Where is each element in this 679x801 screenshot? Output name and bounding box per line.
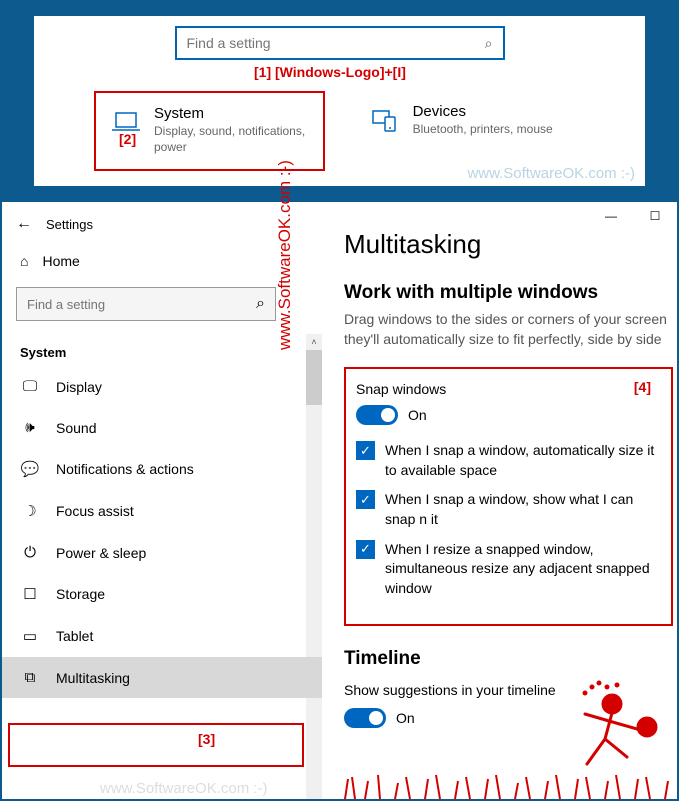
sidebar-item-label: Notifications & actions bbox=[56, 461, 194, 477]
running-figure-doodle bbox=[557, 679, 667, 779]
tile-system-title: System bbox=[154, 105, 313, 122]
sidebar-item-display[interactable]: 🖵 Display bbox=[2, 366, 322, 407]
settings-window: ← Settings ⌂ Home ⌕ System ˄ 🖵 Display 🕪… bbox=[2, 205, 677, 799]
settings-home-panel: ⌕ [1] [Windows-Logo]+[I] System Display,… bbox=[34, 16, 645, 186]
sidebar-item-multitasking[interactable]: ⧉ Multitasking bbox=[2, 657, 322, 698]
sidebar-search[interactable]: ⌕ bbox=[16, 287, 276, 321]
check-label: When I snap a window, automatically size… bbox=[385, 441, 661, 480]
sidebar: ← Settings ⌂ Home ⌕ System ˄ 🖵 Display 🕪… bbox=[2, 205, 322, 799]
sidebar-search-input[interactable] bbox=[27, 297, 256, 312]
snap-toggle-state: On bbox=[408, 407, 427, 423]
devices-icon bbox=[365, 103, 405, 133]
sidebar-item-tablet[interactable]: ▭ Tablet bbox=[2, 615, 322, 657]
sidebar-item-power-sleep[interactable]: ⏻ Power & sleep bbox=[2, 532, 322, 573]
sidebar-item-label: Storage bbox=[56, 586, 105, 602]
sidebar-section-system: System bbox=[2, 329, 322, 366]
search-input-top[interactable] bbox=[187, 35, 485, 51]
tile-devices[interactable]: Devices Bluetooth, printers, mouse bbox=[355, 91, 585, 171]
tile-system-desc: Display, sound, notifications, power bbox=[154, 124, 313, 155]
category-tiles: System Display, sound, notifications, po… bbox=[94, 91, 585, 171]
display-icon: 🖵 bbox=[20, 378, 40, 395]
home-label: Home bbox=[42, 253, 79, 269]
maximize-button[interactable]: ☐ bbox=[633, 205, 677, 231]
section-desc: Drag windows to the sides or corners of … bbox=[344, 310, 677, 349]
home-icon: ⌂ bbox=[20, 253, 28, 269]
search-setting-top[interactable]: ⌕ bbox=[175, 26, 505, 60]
timeline-toggle-state: On bbox=[396, 710, 415, 726]
sidebar-home[interactable]: ⌂ Home bbox=[2, 243, 322, 279]
checkbox-icon[interactable]: ✓ bbox=[356, 490, 375, 509]
sidebar-item-storage[interactable]: ☐ Storage bbox=[2, 573, 322, 615]
sidebar-item-label: Power & sleep bbox=[56, 545, 146, 561]
notifications-icon: 💬 bbox=[20, 460, 40, 478]
sidebar-header: ← Settings bbox=[2, 205, 322, 243]
top-banner: ⌕ [1] [Windows-Logo]+[I] System Display,… bbox=[2, 2, 677, 202]
power-icon: ⏻ bbox=[20, 544, 40, 561]
annotation-3: [3] bbox=[198, 731, 215, 747]
sidebar-item-label: Sound bbox=[56, 420, 96, 436]
section-heading-timeline: Timeline bbox=[344, 648, 677, 670]
sidebar-item-label: Multitasking bbox=[56, 670, 130, 686]
watermark-top: www.SoftwareOK.com :-) bbox=[467, 165, 635, 182]
sidebar-item-notifications[interactable]: 💬 Notifications & actions bbox=[2, 448, 322, 490]
snap-windows-label: Snap windows bbox=[356, 381, 661, 397]
sidebar-item-label: Display bbox=[56, 379, 102, 395]
back-arrow-icon[interactable]: ← bbox=[16, 215, 32, 233]
search-icon: ⌕ bbox=[485, 35, 493, 52]
scroll-up-icon[interactable]: ˄ bbox=[306, 334, 322, 350]
tablet-icon: ▭ bbox=[20, 627, 40, 645]
watermark-bottom: www.SoftwareOK.com :-) bbox=[100, 780, 268, 797]
snap-check-3[interactable]: ✓ When I resize a snapped window, simult… bbox=[356, 540, 661, 599]
checkbox-icon[interactable]: ✓ bbox=[356, 540, 375, 559]
sidebar-item-sound[interactable]: 🕪 Sound bbox=[2, 407, 322, 448]
window-controls: — ☐ bbox=[589, 205, 677, 231]
sidebar-item-focus-assist[interactable]: ☽ Focus assist bbox=[2, 490, 322, 532]
snap-check-2[interactable]: ✓ When I snap a window, show what I can … bbox=[356, 490, 661, 529]
tile-devices-desc: Bluetooth, printers, mouse bbox=[413, 122, 575, 138]
checkbox-icon[interactable]: ✓ bbox=[356, 441, 375, 460]
section-heading-windows: Work with multiple windows bbox=[344, 282, 677, 304]
page-title: Multitasking bbox=[344, 229, 677, 260]
tile-devices-title: Devices bbox=[413, 103, 575, 120]
main-content: — ☐ Multitasking Work with multiple wind… bbox=[322, 205, 677, 799]
storage-icon: ☐ bbox=[20, 585, 40, 603]
sound-icon: 🕪 bbox=[20, 419, 40, 436]
annotation-1: [1] [Windows-Logo]+[I] bbox=[254, 64, 406, 80]
check-label: When I snap a window, show what I can sn… bbox=[385, 490, 661, 529]
sidebar-item-label: Focus assist bbox=[56, 503, 134, 519]
snap-toggle[interactable] bbox=[356, 405, 398, 425]
focus-assist-icon: ☽ bbox=[20, 502, 40, 520]
multitasking-icon: ⧉ bbox=[20, 669, 40, 686]
annotation-4: [4] bbox=[634, 379, 651, 395]
snap-check-1[interactable]: ✓ When I snap a window, automatically si… bbox=[356, 441, 661, 480]
annotation-2: [2] bbox=[119, 131, 136, 147]
search-icon: ⌕ bbox=[256, 295, 265, 313]
laptop-icon bbox=[106, 105, 146, 133]
check-label: When I resize a snapped window, simultan… bbox=[385, 540, 661, 599]
minimize-button[interactable]: — bbox=[589, 205, 633, 231]
sidebar-list: 🖵 Display 🕪 Sound 💬 Notifications & acti… bbox=[2, 366, 322, 698]
timeline-toggle[interactable] bbox=[344, 708, 386, 728]
settings-label: Settings bbox=[46, 217, 93, 232]
annotation-3-box bbox=[8, 723, 304, 767]
watermark-vertical: www.SoftwareOK.com :-) bbox=[275, 160, 295, 350]
sidebar-item-label: Tablet bbox=[56, 628, 93, 644]
snap-windows-group: [4] Snap windows On ✓ When I snap a wind… bbox=[344, 367, 673, 626]
